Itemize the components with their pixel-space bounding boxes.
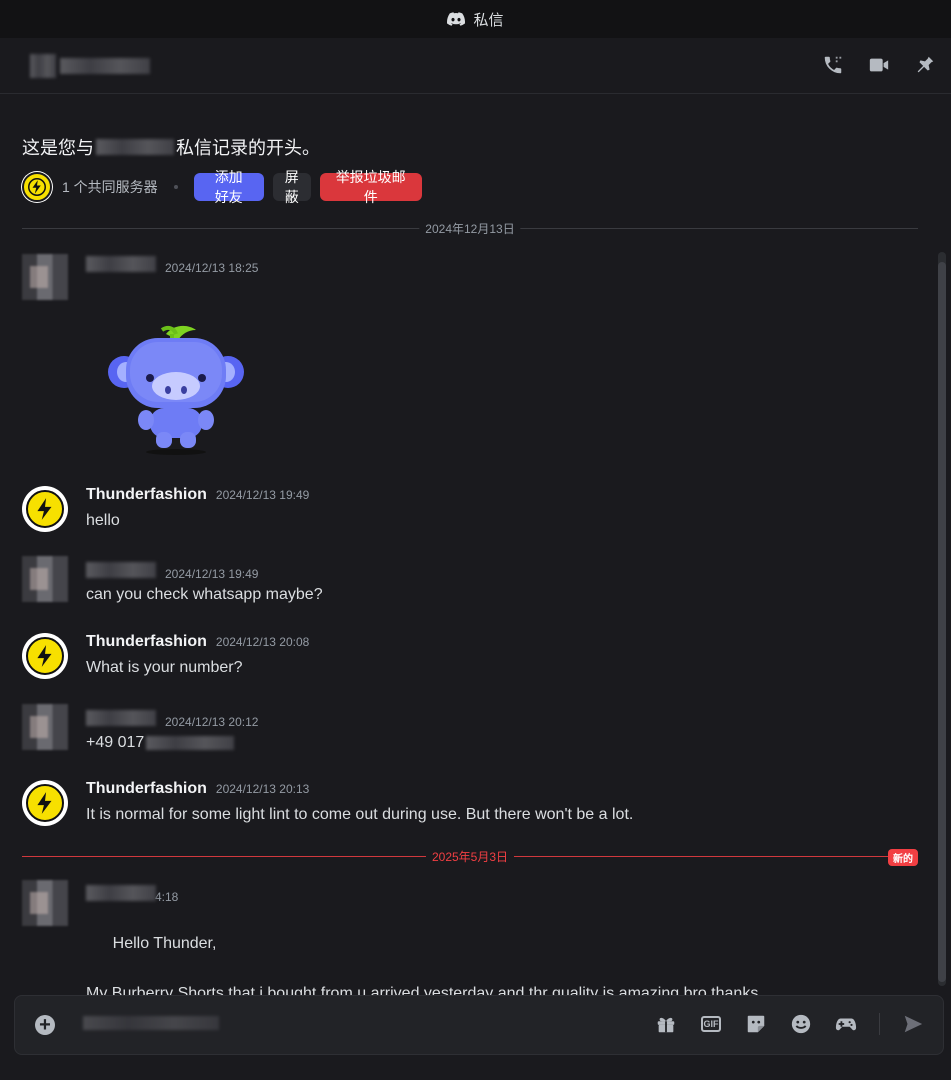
intro-text-before: 这是您与 [22, 138, 94, 158]
message-timestamp: 2024/12/13 20:08 [215, 635, 310, 649]
sticker-icon[interactable] [744, 1012, 768, 1036]
separator-dot [173, 185, 178, 189]
recipient-name[interactable] [60, 58, 150, 74]
message-content: It is normal for some light lint to come… [86, 806, 634, 823]
redacted-phone [146, 736, 235, 750]
message-content: hello [86, 512, 120, 529]
author-name[interactable]: Thunderfashion [86, 780, 207, 798]
scrollbar[interactable] [938, 252, 946, 986]
emoji-icon[interactable] [789, 1012, 813, 1036]
author-name[interactable] [86, 256, 156, 272]
avatar[interactable] [22, 556, 68, 602]
new-badge: 新的 [888, 849, 918, 866]
video-icon[interactable] [867, 53, 891, 77]
avatar[interactable] [22, 633, 68, 679]
avatar[interactable] [22, 880, 68, 926]
add-friend-button[interactable]: 添加好友 [193, 169, 264, 205]
avatar[interactable] [22, 704, 68, 750]
date-divider-label: 2025年5月3日 [425, 848, 515, 865]
date-divider-label: 2024年12月13日 [419, 220, 521, 237]
author-name[interactable] [86, 562, 156, 578]
game-icon[interactable] [834, 1012, 858, 1036]
dm-actions-row: 1 个共同服务器 添加好友 屏蔽 举报垃圾邮件 [22, 169, 431, 205]
message-content: What is your number? [86, 659, 243, 676]
message-input[interactable] [83, 1016, 219, 1030]
message-content: can you check whatsapp maybe? [86, 586, 323, 603]
author-name[interactable] [86, 885, 156, 901]
author-name[interactable]: Thunderfashion [86, 633, 207, 651]
avatar[interactable] [22, 780, 68, 826]
dm-intro-text: 这是您与 私信记录的开头。 [22, 134, 320, 160]
pin-icon[interactable] [913, 53, 937, 77]
send-icon[interactable] [901, 1012, 925, 1036]
window-title: 私信 [473, 11, 504, 29]
title-bar: 私信 [0, 0, 951, 38]
lightning-icon [28, 178, 46, 196]
report-spam-button[interactable]: 举报垃圾邮件 [319, 169, 422, 205]
mutual-servers-label[interactable]: 1 个共同服务器 [62, 177, 158, 197]
message-text: Hello Thunder, My Burberry Shorts that i… [86, 935, 759, 1002]
new-messages-divider: 2025年5月3日 新的 [22, 848, 918, 866]
phone-icon[interactable] [821, 53, 845, 77]
redacted-username [96, 139, 174, 155]
message-timestamp: 2024/12/13 19:49 [165, 567, 259, 581]
lightning-icon [37, 645, 52, 667]
lightning-icon [37, 498, 52, 520]
phone-number-visible: +49 017 [86, 734, 145, 751]
intro-text-after: 私信记录的开头。 [176, 138, 320, 158]
recipient-avatar[interactable] [30, 54, 56, 78]
message-timestamp: 2024/12/13 20:13 [215, 782, 310, 796]
message-list[interactable]: 这是您与 私信记录的开头。 1 个共同服务器 添加好友 屏蔽 举报垃圾邮件 20… [0, 94, 938, 1027]
message-timestamp: 2024/12/13 19:49 [215, 488, 310, 502]
message-composer[interactable]: + GIF [14, 995, 944, 1055]
message-content: +49 017 [86, 733, 235, 753]
attach-plus-icon[interactable]: + [35, 1015, 55, 1035]
scrollbar-thumb[interactable] [938, 262, 946, 982]
gift-icon[interactable] [654, 1012, 678, 1036]
gif-icon[interactable]: GIF [699, 1012, 723, 1036]
avatar[interactable] [22, 486, 68, 532]
sticker-image [108, 325, 244, 455]
dm-header [0, 38, 951, 94]
discord-icon [447, 12, 466, 26]
block-button[interactable]: 屏蔽 [272, 169, 311, 205]
author-name[interactable] [86, 710, 156, 726]
lightning-icon [37, 792, 52, 814]
author-name[interactable]: Thunderfashion [86, 486, 207, 504]
message-timestamp: 4:18 [155, 890, 179, 904]
wumpus-sticker[interactable] [104, 316, 248, 456]
message-timestamp: 2024/12/13 18:25 [165, 261, 259, 275]
mutual-server-icon[interactable] [22, 172, 52, 202]
message-timestamp: 2024/12/13 20:12 [165, 715, 259, 729]
avatar[interactable] [22, 254, 68, 300]
date-divider: 2024年12月13日 [22, 220, 918, 237]
toolbar-separator [879, 1013, 880, 1035]
